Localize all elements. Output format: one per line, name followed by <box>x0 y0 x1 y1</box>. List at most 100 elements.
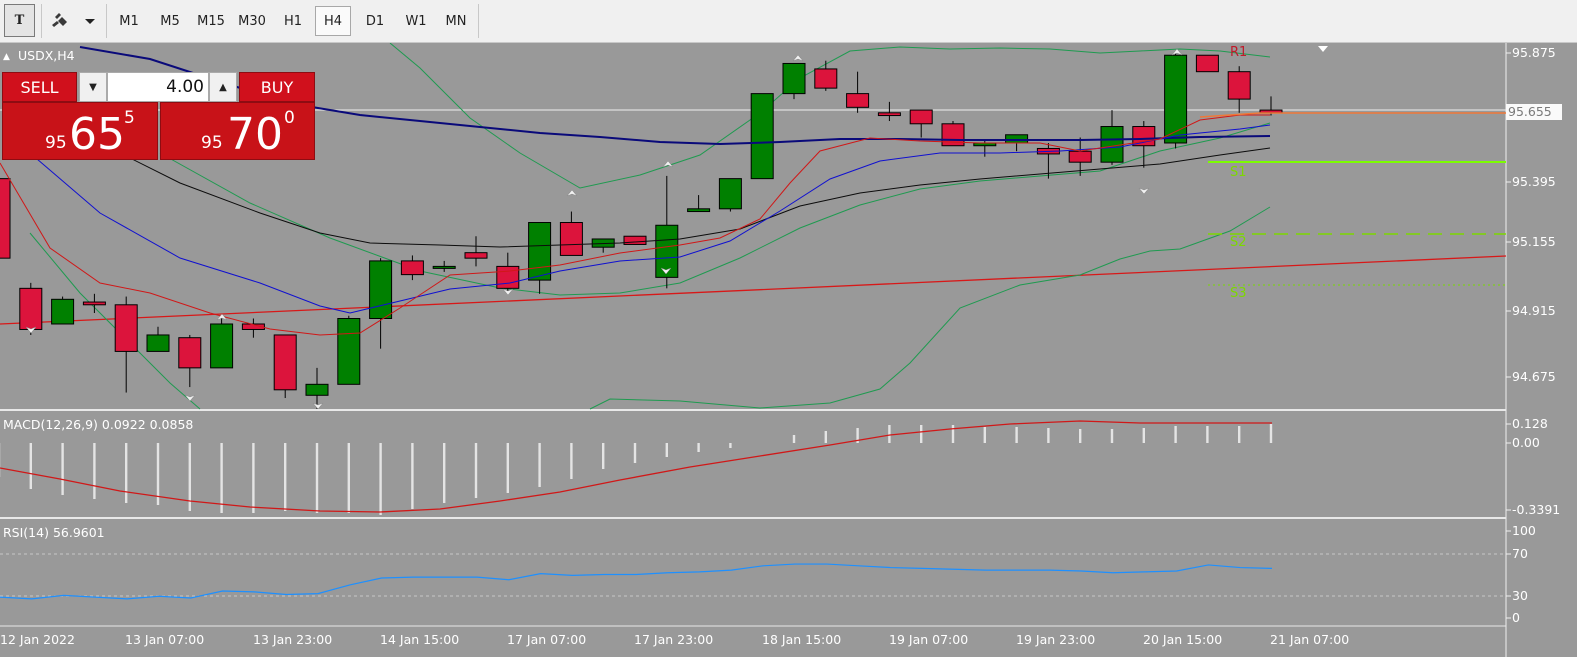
candle-body <box>1227 71 1251 100</box>
candle <box>687 195 711 213</box>
candle <box>1132 121 1156 168</box>
candle <box>846 71 870 113</box>
candle-body <box>178 337 202 369</box>
timeframe-mn-button[interactable]: MN <box>438 6 474 36</box>
chevron-down-icon: ▼ <box>89 81 97 93</box>
buy-price-box[interactable]: 95 70 0 <box>160 102 315 160</box>
toolbar: T M1 M5 M15 M30 H1 H4 D1 W1 MN <box>0 0 1577 43</box>
timeframe-d1-button[interactable]: D1 <box>356 6 394 36</box>
time-tick: 18 Jan 15:00 <box>762 632 842 647</box>
price-tick: 94.915 <box>1512 303 1556 318</box>
candle <box>146 326 170 352</box>
candle <box>178 334 202 388</box>
candle <box>82 293 106 314</box>
candle <box>273 334 297 399</box>
candle-body <box>400 260 424 276</box>
volume-increase-button[interactable]: ▲ <box>209 72 237 102</box>
candle <box>114 296 138 393</box>
candle-body <box>146 334 170 352</box>
candle <box>464 236 488 267</box>
price-tick: 95.395 <box>1512 174 1556 189</box>
timeframe-m15-button[interactable]: M15 <box>192 6 230 36</box>
macd-tick: 0.00 <box>1512 435 1540 450</box>
sell-button[interactable]: SELL <box>2 72 77 102</box>
volume-input[interactable] <box>107 72 209 102</box>
candle-body <box>210 323 234 369</box>
candle-body <box>687 208 711 213</box>
time-tick: 14 Jan 15:00 <box>380 632 460 647</box>
timeframe-m5-button[interactable]: M5 <box>151 6 189 36</box>
candle <box>559 211 583 256</box>
candle <box>337 315 361 385</box>
time-tick: 13 Jan 07:00 <box>125 632 205 647</box>
macd-label: MACD(12,26,9) 0.0922 0.0858 <box>3 417 194 432</box>
price-tick: 94.675 <box>1512 369 1556 384</box>
candle <box>782 62 806 100</box>
candle-body <box>496 265 520 289</box>
candle <box>19 282 43 335</box>
chart-window[interactable]: ▲ USDX,H4 MACD(12,26,9) 0.0922 0.0858 RS… <box>0 43 1577 657</box>
rsi-tick: 70 <box>1512 546 1528 561</box>
timeframe-h1-button[interactable]: H1 <box>274 6 312 36</box>
toolbar-separator <box>106 4 107 38</box>
drawing-tools-button[interactable] <box>46 4 101 37</box>
candle <box>51 296 75 325</box>
buy-price-pips: 70 <box>227 109 283 160</box>
candle <box>496 252 520 294</box>
buy-price-fraction: 0 <box>284 108 295 128</box>
candle <box>750 93 774 180</box>
text-tool-icon: T <box>14 13 25 28</box>
timeframe-m1-button[interactable]: M1 <box>110 6 148 36</box>
candle-body <box>1164 54 1188 144</box>
sell-price-box[interactable]: 95 65 5 <box>2 102 158 160</box>
candle-body <box>1005 134 1029 144</box>
time-tick: 17 Jan 07:00 <box>507 632 587 647</box>
candle-body <box>1100 126 1124 163</box>
candle-body <box>1068 150 1092 163</box>
buy-button[interactable]: BUY <box>239 72 315 102</box>
chevron-up-icon: ▲ <box>219 81 227 93</box>
candle-body <box>814 68 838 89</box>
rsi-label: RSI(14) 56.9601 <box>3 525 105 540</box>
candle <box>241 318 265 338</box>
candle <box>305 367 329 409</box>
candle <box>528 222 552 294</box>
timeframe-h4-button[interactable]: H4 <box>315 6 351 36</box>
candle-body <box>19 287 43 330</box>
price-tick: 95.875 <box>1512 45 1556 60</box>
candle <box>1100 110 1124 165</box>
candle-body <box>718 178 742 210</box>
candle-body <box>114 304 138 352</box>
rsi-line <box>0 563 1273 600</box>
candle-body <box>623 235 647 245</box>
price-tick: 95.155 <box>1512 234 1556 249</box>
pivot-label-s2: S2 <box>1230 235 1247 250</box>
sell-price-fraction: 5 <box>124 108 135 128</box>
current-price-tag: 95.655 <box>1506 104 1562 120</box>
candle <box>909 109 933 138</box>
candle-body <box>273 334 297 391</box>
candle-body <box>369 260 393 319</box>
time-tick: 19 Jan 23:00 <box>1016 632 1096 647</box>
timeframe-m30-button[interactable]: M30 <box>233 6 271 36</box>
chart-title: USDX,H4 <box>18 48 75 63</box>
rsi-tick: 100 <box>1512 523 1536 538</box>
text-tool-button[interactable]: T <box>4 4 35 37</box>
candle <box>877 101 901 122</box>
candle-body <box>82 301 106 306</box>
chart-collapse-icon[interactable]: ▲ <box>3 50 10 64</box>
trend-line <box>0 255 1507 325</box>
candle-body <box>51 298 75 325</box>
buy-price-prefix: 95 <box>201 133 223 153</box>
candle <box>1227 66 1251 113</box>
time-tick: 21 Jan 07:00 <box>1270 632 1350 647</box>
candle <box>814 60 838 91</box>
timeframe-w1-button[interactable]: W1 <box>397 6 435 36</box>
sell-price-pips: 65 <box>69 109 125 160</box>
candle-body <box>877 112 901 117</box>
time-tick: 17 Jan 23:00 <box>634 632 714 647</box>
volume-decrease-button[interactable]: ▼ <box>79 72 107 102</box>
toolbar-separator <box>478 4 479 38</box>
drawing-tools-icon <box>51 12 95 27</box>
candle-body <box>464 252 488 259</box>
